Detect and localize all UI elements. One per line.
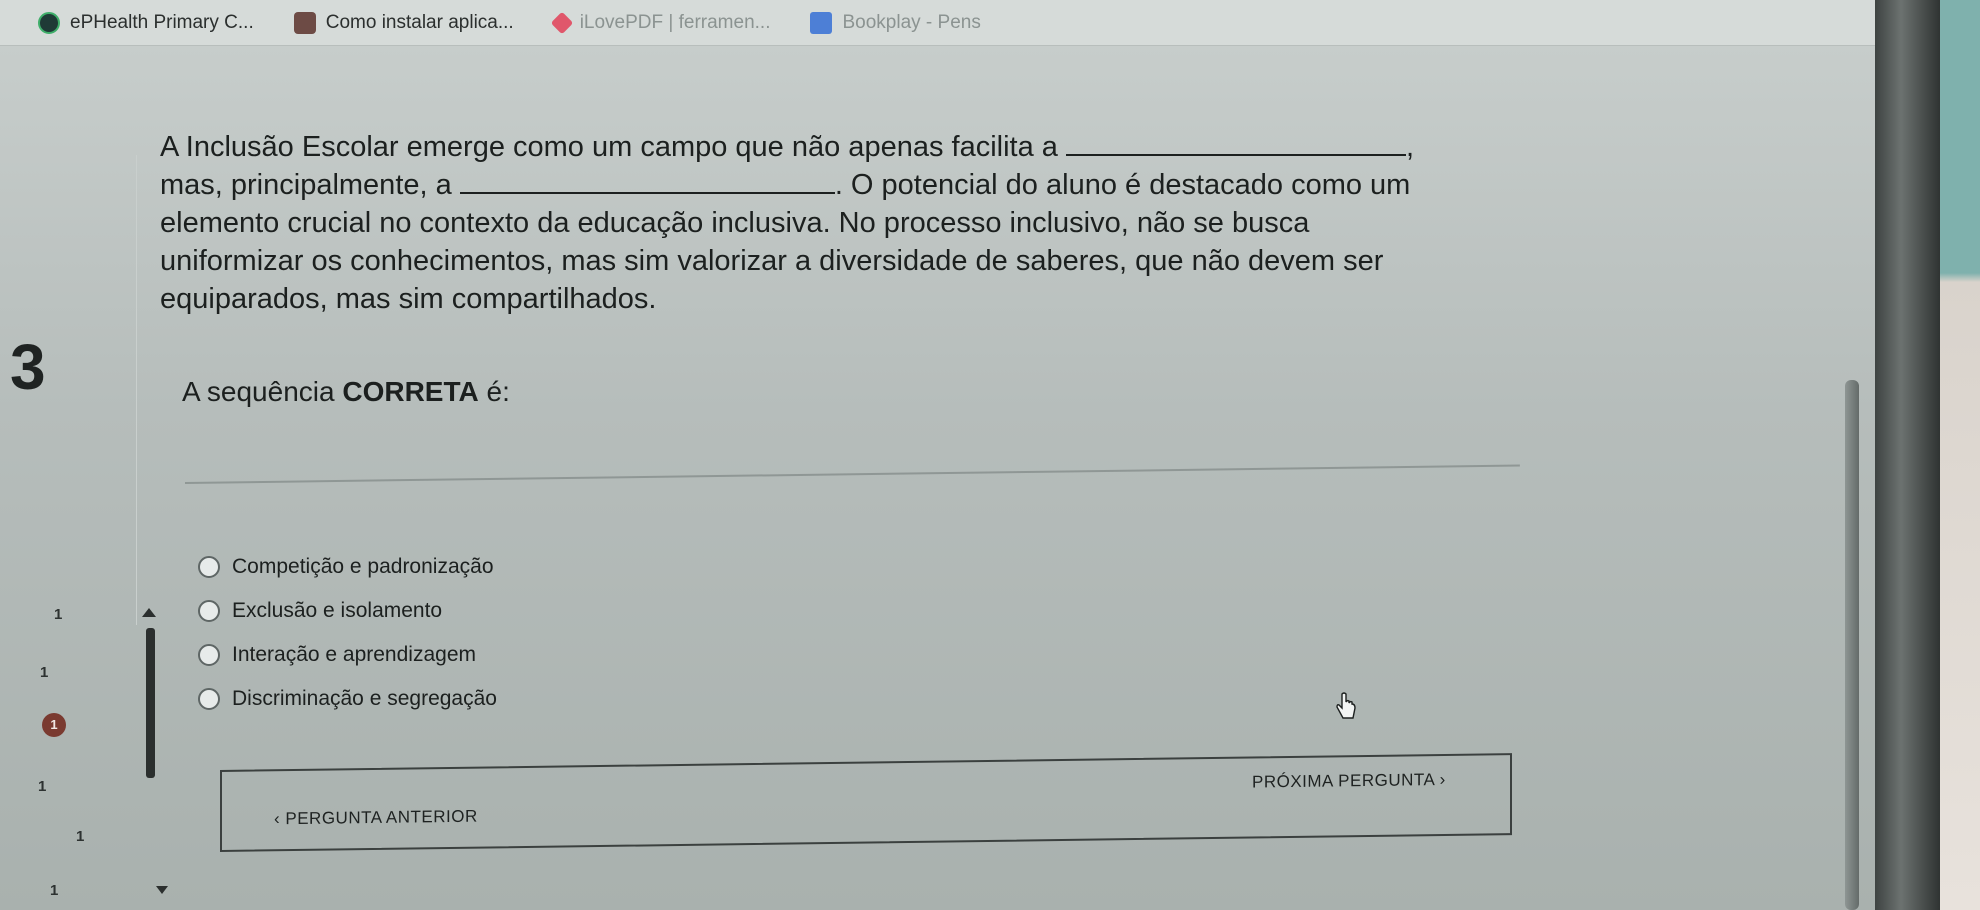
sidenav-scrollbar[interactable] bbox=[146, 628, 155, 778]
bookmark-label: iLovePDF | ferramen... bbox=[579, 11, 771, 33]
option-discriminacao[interactable]: Discriminação e segregação bbox=[198, 687, 497, 711]
option-label: Exclusão e isolamento bbox=[232, 599, 443, 622]
bookmark-ephealth[interactable]: ePHealth Primary C... bbox=[38, 11, 254, 34]
ilovepdf-icon bbox=[550, 11, 574, 34]
question-line-text: A Inclusão Escolar emerge como um campo … bbox=[160, 131, 1058, 163]
radio-button[interactable] bbox=[198, 644, 220, 666]
option-label: Competição e padronização bbox=[232, 555, 494, 578]
blank-2 bbox=[459, 168, 835, 194]
ephealth-icon bbox=[38, 11, 60, 34]
option-label: Discriminação e segregação bbox=[232, 687, 497, 710]
bookmark-label: ePHealth Primary C... bbox=[70, 11, 254, 33]
radio-button[interactable] bbox=[198, 688, 220, 710]
option-label: Interação e aprendizagem bbox=[232, 643, 476, 666]
question-rail-divider bbox=[136, 155, 137, 625]
question-sidenav: 1 1 1 1 1 1 bbox=[38, 600, 178, 905]
scroll-down-icon[interactable] bbox=[156, 886, 168, 894]
screen: ePHealth Primary C... Como instalar apli… bbox=[0, 0, 1940, 910]
bookmark-ilovepdf[interactable]: iLovePDF | ferramen... bbox=[550, 11, 771, 34]
question-line: equiparados, mas sim compartilhados. bbox=[160, 283, 657, 315]
question-line-text: , bbox=[1405, 131, 1415, 163]
sidenav-item[interactable]: 1 bbox=[50, 882, 58, 899]
question-text: A Inclusão Escolar emerge como um campo … bbox=[160, 128, 1480, 318]
prompt-text: é: bbox=[478, 376, 510, 407]
prompt-text: A sequência bbox=[182, 376, 343, 407]
como-icon bbox=[293, 11, 316, 34]
question-number: 3 bbox=[10, 331, 46, 403]
sidenav-item[interactable]: 1 bbox=[40, 664, 48, 681]
radio-button[interactable] bbox=[198, 600, 220, 622]
radio-button[interactable] bbox=[198, 556, 220, 578]
sidenav-item[interactable]: 1 bbox=[76, 828, 84, 845]
question-line: A Inclusão Escolar emerge como um campo … bbox=[160, 128, 1480, 166]
option-interacao[interactable]: Interação e aprendizagem bbox=[198, 643, 497, 667]
background-outside-screen bbox=[1940, 0, 1980, 910]
next-question-button[interactable]: PRÓXIMA PERGUNTA › bbox=[1252, 770, 1446, 793]
bookplay-icon bbox=[810, 11, 833, 34]
prompt-bold: CORRETA bbox=[342, 376, 479, 407]
option-exclusao[interactable]: Exclusão e isolamento bbox=[198, 599, 497, 623]
bookmark-label: Como instalar aplica... bbox=[325, 11, 514, 33]
bookmark-label: Bookplay - Pens bbox=[842, 11, 981, 33]
question-line: uniformizar os conhecimentos, mas sim va… bbox=[160, 245, 1384, 277]
question-line-text: mas, principalmente, a bbox=[160, 169, 452, 201]
blank-1 bbox=[1065, 130, 1406, 156]
question-line: mas, principalmente, a . O potencial do … bbox=[160, 166, 1480, 204]
monitor-bezel bbox=[1875, 0, 1940, 910]
section-divider bbox=[184, 464, 1520, 484]
bookmarks-bar: ePHealth Primary C... Como instalar apli… bbox=[0, 0, 1875, 46]
question-navigation: ‹ PERGUNTA ANTERIOR PRÓXIMA PERGUNTA › bbox=[220, 753, 1512, 852]
answer-options: Competição e padronização Exclusão e iso… bbox=[198, 555, 497, 711]
sidenav-item[interactable]: 1 bbox=[54, 606, 62, 623]
bookmark-como-instalar[interactable]: Como instalar aplica... bbox=[293, 11, 514, 34]
bookmark-bookplay[interactable]: Bookplay - Pens bbox=[810, 11, 981, 34]
sidenav-item-active[interactable]: 1 bbox=[42, 713, 66, 737]
question-line-text: . O potencial do aluno é destacado como … bbox=[834, 169, 1411, 201]
sidenav-item[interactable]: 1 bbox=[38, 778, 46, 795]
scroll-up-icon[interactable] bbox=[142, 608, 156, 617]
hand-cursor-icon bbox=[1336, 692, 1356, 719]
page-scrollbar[interactable] bbox=[1845, 380, 1859, 910]
answer-prompt: A sequência CORRETA é: bbox=[182, 376, 510, 408]
question-line: elemento crucial no contexto da educação… bbox=[160, 207, 1310, 239]
option-competicao[interactable]: Competição e padronização bbox=[198, 555, 497, 579]
previous-question-button[interactable]: ‹ PERGUNTA ANTERIOR bbox=[274, 807, 478, 830]
